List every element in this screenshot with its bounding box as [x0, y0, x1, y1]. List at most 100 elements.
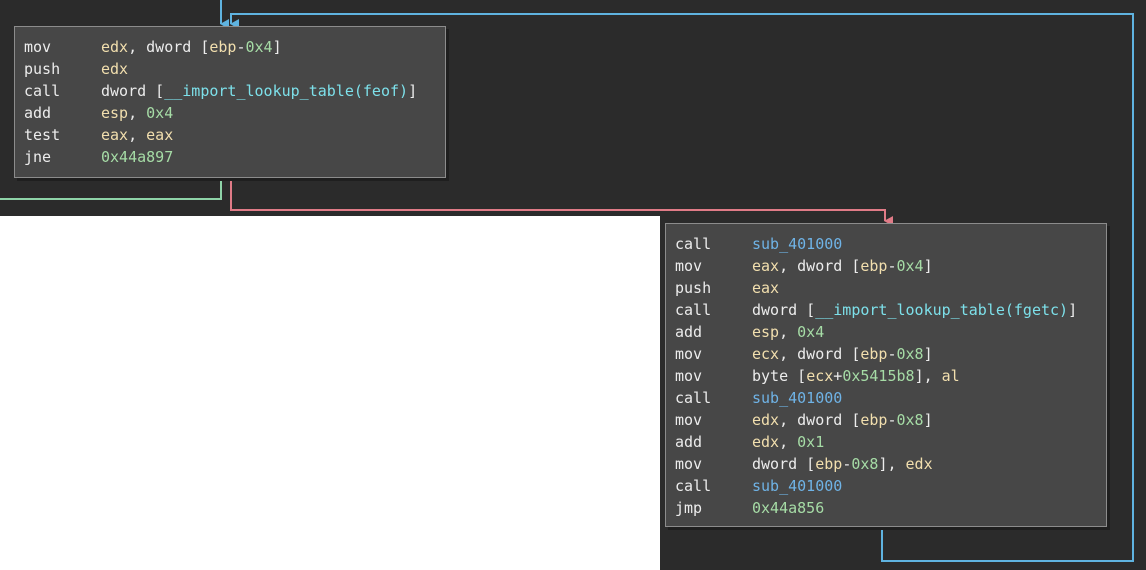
instruction-mnemonic: mov	[24, 38, 52, 56]
operand-text: -	[887, 411, 897, 429]
register-token: eax	[101, 126, 129, 144]
instruction-operands: dword [__import_lookup_table(fgetc)]	[752, 301, 1077, 319]
instruction-line[interactable]: push eax	[675, 277, 1106, 299]
operand-text: dword [	[752, 455, 816, 473]
instruction-mnemonic: jne	[24, 148, 52, 166]
operand-text: ]	[923, 257, 933, 275]
instruction-mnemonic: call	[675, 301, 712, 319]
numeric-token: 0x4	[245, 38, 273, 56]
operand-text: , dword [	[779, 345, 861, 363]
instruction-line[interactable]: call dword [__import_lookup_table(fgetc)]	[675, 299, 1106, 321]
instruction-line[interactable]: add esp, 0x4	[675, 321, 1106, 343]
register-token: esp	[101, 104, 129, 122]
register-token: ebp	[860, 411, 888, 429]
register-token: edx	[752, 411, 780, 429]
numeric-token: 0x8	[896, 345, 924, 363]
numeric-token: 0x44a897	[101, 148, 174, 166]
instruction-operands: byte [ecx+0x5415b8], al	[752, 367, 960, 385]
basic-block-feof-check[interactable]: mov edx, dword [ebp-0x4] push edx call dword …	[14, 26, 446, 178]
operand-text: ]	[272, 38, 282, 56]
register-token: ebp	[815, 455, 843, 473]
operand-text: ]	[408, 82, 418, 100]
instruction-mnemonic: mov	[675, 257, 703, 275]
operand-text: +	[833, 367, 843, 385]
instruction-operands: esp, 0x4	[101, 104, 173, 122]
register-token: al	[941, 367, 960, 385]
instruction-mnemonic: call	[675, 477, 712, 495]
instruction-line[interactable]: call sub_401000	[675, 475, 1106, 497]
register-token: ebp	[860, 257, 888, 275]
instruction-line[interactable]: test eax, eax	[24, 124, 445, 146]
operand-text: dword [	[752, 301, 816, 319]
instruction-operands: edx, dword [ebp-0x8]	[752, 411, 933, 429]
operand-text: ,	[779, 323, 798, 341]
instruction-mnemonic: call	[24, 82, 61, 100]
operand-text: ]	[923, 411, 933, 429]
instruction-mnemonic: mov	[675, 411, 703, 429]
subroutine-link[interactable]: sub_401000	[752, 235, 842, 253]
instruction-line[interactable]: jmp 0x44a856	[675, 497, 1106, 519]
subroutine-link[interactable]: sub_401000	[752, 477, 842, 495]
instruction-line[interactable]: mov dword [ebp-0x8], edx	[675, 453, 1106, 475]
operand-text: ],	[914, 367, 942, 385]
instruction-operands: ecx, dword [ebp-0x8]	[752, 345, 933, 363]
instruction-mnemonic: push	[24, 60, 61, 78]
instruction-mnemonic: test	[24, 126, 61, 144]
instruction-operands: sub_401000	[752, 477, 842, 495]
instruction-operands: sub_401000	[752, 389, 842, 407]
instruction-line[interactable]: call sub_401000	[675, 387, 1106, 409]
register-token: eax	[752, 257, 780, 275]
operand-text: dword [	[101, 82, 165, 100]
operand-text: -	[842, 455, 852, 473]
instruction-operands: eax, eax	[101, 126, 173, 144]
instruction-line[interactable]: mov ecx, dword [ebp-0x8]	[675, 343, 1106, 365]
instruction-line[interactable]: mov byte [ecx+0x5415b8], al	[675, 365, 1106, 387]
instruction-mnemonic: mov	[675, 345, 703, 363]
instruction-mnemonic: call	[675, 389, 712, 407]
instruction-mnemonic: push	[675, 279, 712, 297]
subroutine-link[interactable]: sub_401000	[752, 389, 842, 407]
numeric-token: 0x4	[797, 323, 825, 341]
operand-text: , dword [	[779, 257, 861, 275]
instruction-mnemonic: call	[675, 235, 712, 253]
instruction-mnemonic: add	[675, 433, 703, 451]
numeric-token: 0x44a856	[752, 499, 825, 517]
instruction-line[interactable]: call dword [__import_lookup_table(feof)]	[24, 80, 445, 102]
instruction-operands: edx, dword [ebp-0x4]	[101, 38, 282, 56]
instruction-mnemonic: add	[675, 323, 703, 341]
instruction-operands: eax	[752, 279, 779, 297]
import-symbol[interactable]: __import_lookup_table(feof)	[164, 82, 408, 100]
operand-text: ],	[878, 455, 906, 473]
instruction-mnemonic: mov	[675, 367, 703, 385]
numeric-token: 0x5415b8	[842, 367, 915, 385]
register-token: edx	[101, 60, 129, 78]
instruction-operands: 0x44a856	[752, 499, 824, 517]
operand-text: , dword [	[779, 411, 861, 429]
instruction-line[interactable]: add esp, 0x4	[24, 102, 445, 124]
instruction-line[interactable]: jne 0x44a897	[24, 146, 445, 168]
instruction-line[interactable]: mov edx, dword [ebp-0x8]	[675, 409, 1106, 431]
numeric-token: 0x8	[851, 455, 879, 473]
numeric-token: 0x4	[896, 257, 924, 275]
instruction-mnemonic: add	[24, 104, 52, 122]
basic-block-fgetc-loop[interactable]: call sub_401000 mov eax, dword [ebp-0x4] pus…	[665, 223, 1107, 527]
operand-text: ,	[128, 126, 147, 144]
instruction-operands: sub_401000	[752, 235, 842, 253]
register-token: esp	[752, 323, 780, 341]
instruction-operands: 0x44a897	[101, 148, 173, 166]
instruction-operands: edx	[101, 60, 128, 78]
register-token: ebp	[209, 38, 237, 56]
instruction-line[interactable]: mov eax, dword [ebp-0x4]	[675, 255, 1106, 277]
register-token: edx	[752, 433, 780, 451]
operand-text: -	[236, 38, 246, 56]
instruction-line[interactable]: add edx, 0x1	[675, 431, 1106, 453]
numeric-token: 0x4	[146, 104, 174, 122]
register-token: edx	[905, 455, 933, 473]
edge-false-branch	[230, 178, 893, 226]
edge-true-branch	[0, 178, 222, 200]
instruction-line[interactable]: mov edx, dword [ebp-0x4]	[24, 36, 445, 58]
instruction-line[interactable]: call sub_401000	[675, 233, 1106, 255]
instruction-operands: esp, 0x4	[752, 323, 824, 341]
import-symbol[interactable]: __import_lookup_table(fgetc)	[815, 301, 1068, 319]
instruction-line[interactable]: push edx	[24, 58, 445, 80]
